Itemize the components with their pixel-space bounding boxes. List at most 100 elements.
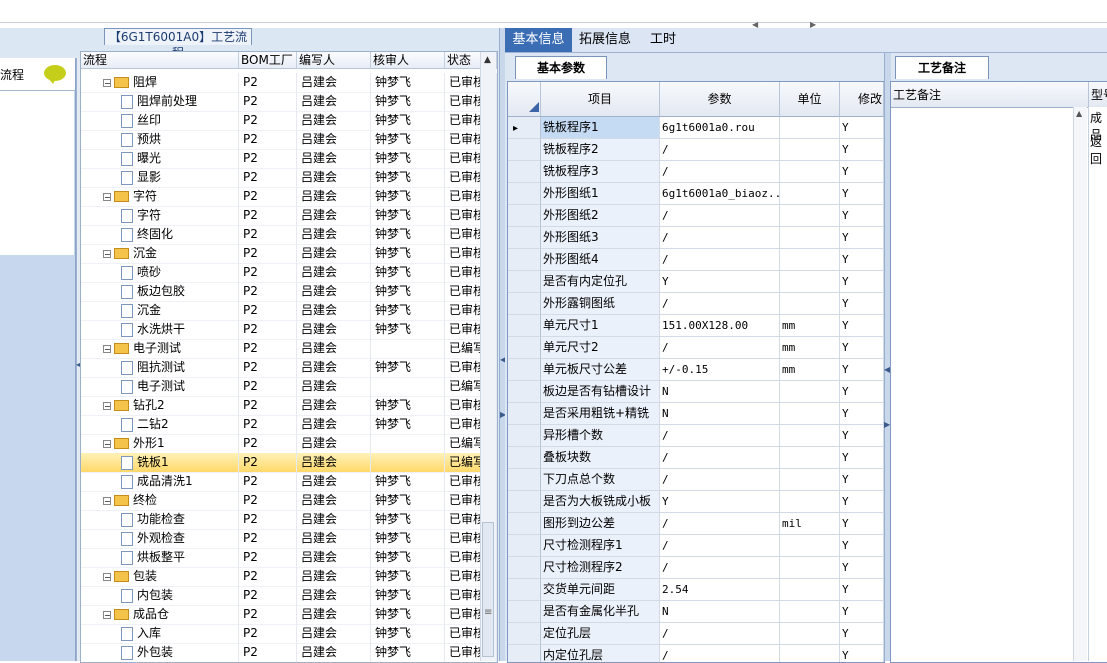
collapse-toggle-icon[interactable]: − xyxy=(103,610,111,619)
tree-col-header[interactable]: BOM工厂 xyxy=(239,52,297,69)
param-row[interactable]: 是否有内定位孔 Y Y xyxy=(508,271,884,293)
tree-node[interactable]: 阻抗测试 xyxy=(81,358,239,377)
param-value[interactable]: 151.00X128.00 xyxy=(660,315,780,337)
param-row[interactable]: 异形槽个数 / Y xyxy=(508,425,884,447)
tree-node[interactable]: 功能检查 xyxy=(81,510,239,529)
tree-node[interactable]: 显影 xyxy=(81,168,239,187)
param-value[interactable]: / xyxy=(660,623,780,645)
tree-row[interactable]: − 钻孔2 P2 吕建会 钟梦飞 已审核 xyxy=(81,396,497,416)
param-row[interactable]: 交货单元间距 2.54 Y xyxy=(508,579,884,601)
param-value[interactable]: Y xyxy=(660,491,780,513)
param-value[interactable]: 2.54 xyxy=(660,579,780,601)
notes-col-header[interactable]: 工艺备注 xyxy=(891,82,1089,108)
scrollbar-thumb[interactable] xyxy=(482,522,494,657)
param-value[interactable]: / xyxy=(660,513,780,535)
tree-row[interactable]: 沉金 P2 吕建会 钟梦飞 已审核 xyxy=(81,301,497,321)
tree-node[interactable]: 终固化 xyxy=(81,225,239,244)
tree-node[interactable]: − 包装 xyxy=(81,567,239,586)
tree-node[interactable]: 喷砂 xyxy=(81,263,239,282)
tab-basic-info[interactable]: 基本信息 xyxy=(505,28,572,52)
collapse-toggle-icon[interactable]: − xyxy=(103,572,111,581)
tree-node[interactable]: − 电子测试 xyxy=(81,339,239,358)
model-col-header[interactable]: 型号 xyxy=(1089,82,1107,108)
tree-node[interactable]: 铣板1 xyxy=(81,453,239,472)
tree-col-header[interactable]: 流程 xyxy=(81,52,239,69)
param-row[interactable]: 外形图纸4/ Y xyxy=(508,249,884,271)
param-value[interactable]: N xyxy=(660,403,780,425)
param-value[interactable]: / xyxy=(660,447,780,469)
tree-node[interactable]: 预烘 xyxy=(81,130,239,149)
tree-row[interactable]: 入库 P2 吕建会 钟梦飞 已审核 xyxy=(81,624,497,644)
tab-process-notes[interactable]: 工艺备注 xyxy=(895,56,989,79)
param-row[interactable]: 外形图纸2/ Y xyxy=(508,205,884,227)
tree-row[interactable]: 阻抗测试 P2 吕建会 钟梦飞 已审核 xyxy=(81,358,497,378)
tree-node[interactable]: 外观检查 xyxy=(81,529,239,548)
tree-row[interactable]: − 字符 P2 吕建会 钟梦飞 已审核 xyxy=(81,187,497,207)
collapse-toggle-icon[interactable]: − xyxy=(103,401,111,410)
tree-row[interactable]: 功能检查 P2 吕建会 钟梦飞 已审核 xyxy=(81,510,497,530)
tree-row[interactable]: 板边包胶 P2 吕建会 钟梦飞 已审核 xyxy=(81,282,497,302)
tree-row[interactable]: 终固化 P2 吕建会 钟梦飞 已审核 xyxy=(81,225,497,245)
tree-row[interactable]: 字符 P2 吕建会 钟梦飞 已审核 xyxy=(81,206,497,226)
scroll-up-icon[interactable]: ▲ xyxy=(1076,109,1082,118)
tree-node[interactable]: 沉金 xyxy=(81,301,239,320)
tab-basic-params[interactable]: 基本参数 xyxy=(515,56,607,79)
param-value[interactable]: / xyxy=(660,557,780,579)
tree-row[interactable]: 成品清洗1 P2 吕建会 钟梦飞 已审核 xyxy=(81,472,497,492)
param-value[interactable]: N xyxy=(660,381,780,403)
flow-tab[interactable]: 【6G1T6001A0】工艺流程 xyxy=(104,28,252,60)
param-row[interactable]: 铣板程序2/ Y xyxy=(508,139,884,161)
col-header-unit[interactable]: 单位 xyxy=(780,82,840,117)
tree-node[interactable]: 水洗烘干 xyxy=(81,320,239,339)
collapse-toggle-icon[interactable]: − xyxy=(103,192,111,201)
col-header-modify[interactable]: 修改 xyxy=(840,82,884,117)
tree-row[interactable]: 曝光 P2 吕建会 钟梦飞 已审核 xyxy=(81,149,497,169)
param-row[interactable]: 下刀点总个数 / Y xyxy=(508,469,884,491)
tree-node[interactable]: 电子测试 xyxy=(81,377,239,396)
param-value[interactable]: / xyxy=(660,645,780,662)
param-value[interactable]: / xyxy=(660,205,780,227)
tree-row[interactable]: 电子测试 P2 吕建会 已编写 xyxy=(81,377,497,397)
tree-node[interactable]: 板边包胶 xyxy=(81,282,239,301)
param-value[interactable]: / xyxy=(660,227,780,249)
tree-row[interactable]: − 成品仓 P2 吕建会 钟梦飞 已审核 xyxy=(81,605,497,625)
tree-row[interactable]: 预烘 P2 吕建会 钟梦飞 已审核 xyxy=(81,130,497,150)
tree-row[interactable]: − 电子测试 P2 吕建会 已编写 xyxy=(81,339,497,359)
tree-node[interactable]: − 终检 xyxy=(81,491,239,510)
param-row[interactable]: 板边是否有钻槽设计 N Y xyxy=(508,381,884,403)
collapse-toggle-icon[interactable]: − xyxy=(103,249,111,258)
param-row[interactable]: 定位孔层 / Y xyxy=(508,623,884,645)
tree-node[interactable]: 丝印 xyxy=(81,111,239,130)
param-row[interactable]: 叠板块数 / Y xyxy=(508,447,884,469)
tree-row[interactable]: 显影 P2 吕建会 钟梦飞 已审核 xyxy=(81,168,497,188)
param-row[interactable]: 尺寸检测程序2/ Y xyxy=(508,557,884,579)
collapse-toggle-icon[interactable]: − xyxy=(103,78,111,87)
param-value[interactable]: +/-0.15 xyxy=(660,359,780,381)
collapse-toggle-icon[interactable]: − xyxy=(103,439,111,448)
param-row[interactable]: 图形到边公差 / mil Y xyxy=(508,513,884,535)
tree-node[interactable]: 烘板整平 xyxy=(81,548,239,567)
tree-node[interactable]: 外包装 xyxy=(81,643,239,662)
tree-row[interactable]: − 外形1 P2 吕建会 已编写 xyxy=(81,434,497,454)
param-value[interactable]: / xyxy=(660,249,780,271)
tree-row[interactable]: 外观检查 P2 吕建会 钟梦飞 已审核 xyxy=(81,529,497,549)
param-value[interactable]: Y xyxy=(660,271,780,293)
tree-node[interactable]: 成品清洗1 xyxy=(81,472,239,491)
param-value[interactable]: N xyxy=(660,601,780,623)
col-header-item[interactable]: 项目 xyxy=(541,82,660,117)
tree-node[interactable]: − 沉金 xyxy=(81,244,239,263)
param-row[interactable]: 单元尺寸1 151.00X128.00 mm Y xyxy=(508,315,884,337)
tree-node[interactable]: 字符 xyxy=(81,206,239,225)
tree-row[interactable]: 内包装 P2 吕建会 钟梦飞 已审核 xyxy=(81,586,497,606)
tree-row[interactable]: 二钻2 P2 吕建会 钟梦飞 已审核 xyxy=(81,415,497,435)
tree-row[interactable]: − 终检 P2 吕建会 钟梦飞 已审核 xyxy=(81,491,497,511)
collapse-toggle-icon[interactable]: − xyxy=(103,496,111,505)
tree-node[interactable]: − 字符 xyxy=(81,187,239,206)
tab-extended-info[interactable]: 拓展信息 xyxy=(575,28,635,52)
tree-row[interactable]: 阻焊前处理 P2 吕建会 钟梦飞 已审核 xyxy=(81,92,497,112)
col-header-value[interactable]: 参数 xyxy=(660,82,780,117)
tree-node[interactable]: − 阻焊 xyxy=(81,73,239,92)
tree-col-header[interactable]: 编写人 xyxy=(297,52,371,69)
param-row[interactable]: 铣板程序3/ Y xyxy=(508,161,884,183)
param-value[interactable]: / xyxy=(660,293,780,315)
